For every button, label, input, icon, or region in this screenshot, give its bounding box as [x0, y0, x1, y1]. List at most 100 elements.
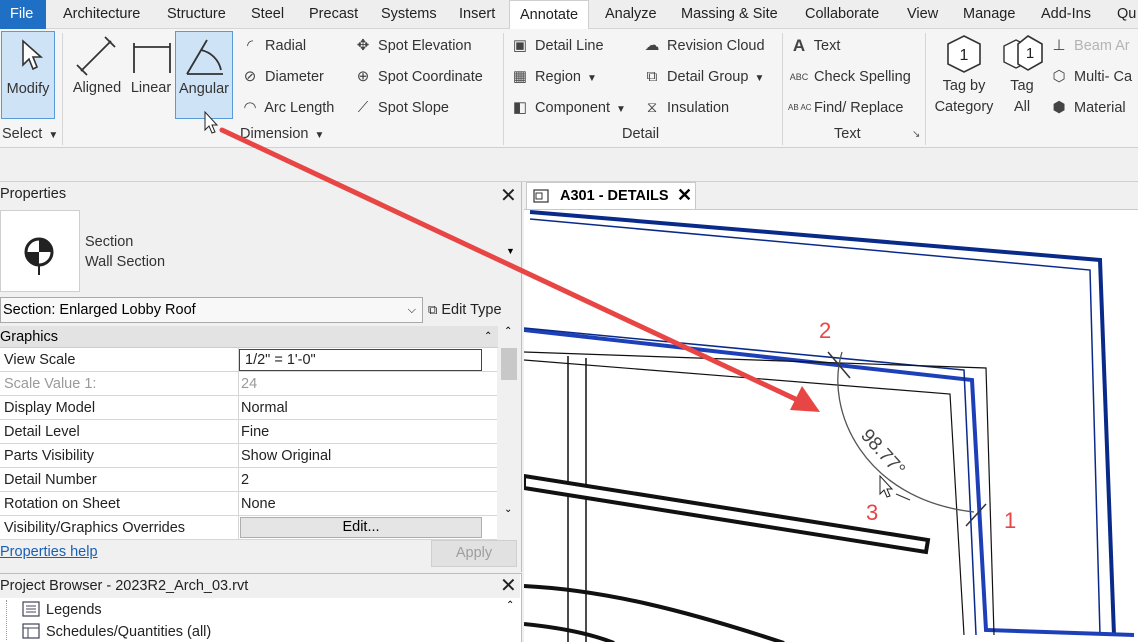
- properties-close-icon[interactable]: ✕: [500, 186, 517, 206]
- spot-coordinate-button[interactable]: ⊕ Spot Coordinate: [352, 66, 483, 88]
- properties-scrollbar[interactable]: ⌃ ⌄: [498, 326, 520, 526]
- project-browser-close-icon[interactable]: ✕: [500, 576, 517, 596]
- select-panel-title[interactable]: Select ▼: [2, 126, 58, 142]
- collapse-icon[interactable]: ⌃: [484, 326, 492, 348]
- properties-help-link[interactable]: Properties help: [0, 544, 98, 560]
- radial-label: Radial: [265, 38, 307, 54]
- tab-manage[interactable]: Manage: [963, 0, 1015, 29]
- property-row[interactable]: Detail Number 2: [0, 468, 497, 492]
- property-name: Detail Level: [4, 424, 80, 440]
- arc-length-dimension-button[interactable]: ◠ Arc Length: [239, 97, 334, 119]
- tab-systems[interactable]: Systems: [381, 0, 437, 29]
- view-tab-close-icon[interactable]: ✕: [677, 182, 692, 208]
- tab-collaborate[interactable]: Collaborate: [805, 0, 879, 29]
- section-drawing: 98.77° 1 2 3: [524, 210, 1135, 642]
- tag-by-category-button[interactable]: 1 Tag by Category: [930, 31, 998, 123]
- spot-elevation-button[interactable]: ✥ Spot Elevation: [352, 35, 472, 57]
- dimension-panel-title[interactable]: Dimension ▼: [240, 126, 324, 142]
- property-value[interactable]: Fine: [241, 420, 269, 444]
- property-value[interactable]: Show Original: [241, 444, 331, 468]
- vg-overrides-edit-button[interactable]: Edit...: [240, 517, 482, 538]
- detail-line-icon: ▣: [512, 37, 528, 54]
- angular-dimension-icon: [186, 39, 223, 75]
- aligned-dimension-icon: [76, 36, 116, 76]
- tab-precast[interactable]: Precast: [309, 0, 358, 29]
- graphics-group-label: Graphics: [0, 329, 59, 345]
- text-a-icon: A: [792, 36, 806, 55]
- tab-insert[interactable]: Insert: [459, 0, 495, 29]
- select-panel-label: Select: [2, 126, 43, 142]
- column-divider: [238, 468, 239, 492]
- multi-category-tag-button[interactable]: ⬡ Multi- Ca: [1048, 66, 1132, 88]
- diameter-dimension-button[interactable]: ⊘ Diameter: [239, 66, 324, 88]
- property-name: Parts Visibility: [4, 448, 94, 464]
- spot-slope-button[interactable]: ⟋ Spot Slope: [352, 97, 449, 119]
- radial-dimension-button[interactable]: ◜ Radial: [239, 35, 306, 57]
- text-button[interactable]: A Text: [788, 35, 841, 57]
- dimension-value: 98.77°: [856, 425, 909, 480]
- angular-dimension-button[interactable]: Angular: [175, 31, 233, 119]
- scrollbar-thumb[interactable]: [501, 348, 517, 380]
- property-value[interactable]: None: [241, 492, 276, 516]
- tab-overflow[interactable]: Qu: [1117, 0, 1136, 29]
- instance-selector[interactable]: Section: Enlarged Lobby Roof ⌵: [0, 297, 423, 323]
- edit-type-button[interactable]: ⧉ Edit Type: [428, 298, 502, 322]
- tab-analyze[interactable]: Analyze: [605, 0, 657, 29]
- insulation-button[interactable]: ⧖ Insulation: [641, 97, 729, 119]
- beam-annotations-button[interactable]: ⊥ Beam Ar: [1048, 35, 1129, 57]
- tab-add-ins[interactable]: Add-Ins: [1041, 0, 1091, 29]
- tab-steel[interactable]: Steel: [251, 0, 284, 29]
- pick-label-3: 3: [866, 500, 878, 525]
- tag-all-label-1: Tag: [1010, 78, 1034, 94]
- tag-digit: 1: [960, 47, 969, 64]
- linear-dimension-button[interactable]: Linear: [128, 31, 174, 119]
- tab-structure[interactable]: Structure: [167, 0, 226, 29]
- graphics-group-header[interactable]: Graphics ⌃: [0, 326, 500, 348]
- text-panel-launcher-icon[interactable]: ↘: [912, 129, 920, 140]
- column-divider: [238, 492, 239, 516]
- property-name: Detail Number: [4, 472, 97, 488]
- find-replace-button[interactable]: AB AC Find/ Replace: [788, 97, 904, 119]
- property-row[interactable]: Parts Visibility Show Original: [0, 444, 497, 468]
- material-tag-button[interactable]: ⬢ Material: [1048, 97, 1125, 119]
- property-row: Scale Value 1: 24: [0, 372, 497, 396]
- tab-annotate[interactable]: Annotate: [509, 0, 590, 30]
- property-row[interactable]: Rotation on Sheet None: [0, 492, 497, 516]
- region-icon: ▦: [512, 68, 528, 85]
- property-row[interactable]: Visibility/Graphics Overrides Edit...: [0, 516, 497, 540]
- schedules-icon: [22, 623, 40, 639]
- property-value[interactable]: Normal: [241, 396, 288, 420]
- component-button[interactable]: ◧ Component ▼: [509, 97, 626, 119]
- property-row[interactable]: View Scale 1/2" = 1'-0": [0, 348, 497, 372]
- detail-line-button[interactable]: ▣ Detail Line: [509, 35, 604, 57]
- tab-architecture[interactable]: Architecture: [63, 0, 140, 29]
- aligned-dimension-button[interactable]: Aligned: [70, 31, 124, 119]
- detail-group-button[interactable]: ⧉ Detail Group ▼: [641, 66, 765, 88]
- revision-cloud-button[interactable]: ☁ Revision Cloud: [641, 35, 765, 57]
- region-button[interactable]: ▦ Region ▼: [509, 66, 597, 88]
- property-value[interactable]: 2: [241, 468, 249, 492]
- tag-all-button[interactable]: 1 Tag All: [1000, 31, 1044, 123]
- property-row[interactable]: Display Model Normal: [0, 396, 497, 420]
- property-row[interactable]: Detail Level Fine: [0, 420, 497, 444]
- edit-type-icon: ⧉: [428, 302, 438, 317]
- scroll-down-icon[interactable]: ⌄: [504, 504, 512, 515]
- tab-file[interactable]: File: [0, 0, 46, 29]
- spot-slope-label: Spot Slope: [378, 100, 449, 116]
- drawing-canvas[interactable]: 98.77° 1 2 3: [524, 209, 1138, 642]
- scroll-up-icon[interactable]: ⌃: [504, 326, 512, 337]
- tree-item-schedules[interactable]: Schedules/Quantities (all): [22, 621, 211, 642]
- tab-view[interactable]: View: [907, 0, 938, 29]
- select-dropdown-icon: ▼: [48, 130, 59, 141]
- tab-massing-site[interactable]: Massing & Site: [681, 0, 778, 29]
- modify-button[interactable]: Modify: [1, 31, 55, 119]
- tree-item-legends[interactable]: Legends: [22, 599, 102, 621]
- properties-title: Properties: [0, 186, 67, 202]
- check-spelling-button[interactable]: ABC Check Spelling: [788, 66, 911, 88]
- type-selector-dropdown-icon[interactable]: ▼: [506, 246, 515, 256]
- options-bar: [0, 148, 1138, 182]
- browser-scroll-up-icon[interactable]: ⌃: [506, 600, 514, 611]
- multi-category-label: Multi- Ca: [1074, 69, 1133, 85]
- view-tab-a301[interactable]: A301 - DETAILS ✕: [526, 182, 696, 209]
- apply-button[interactable]: Apply: [431, 540, 517, 567]
